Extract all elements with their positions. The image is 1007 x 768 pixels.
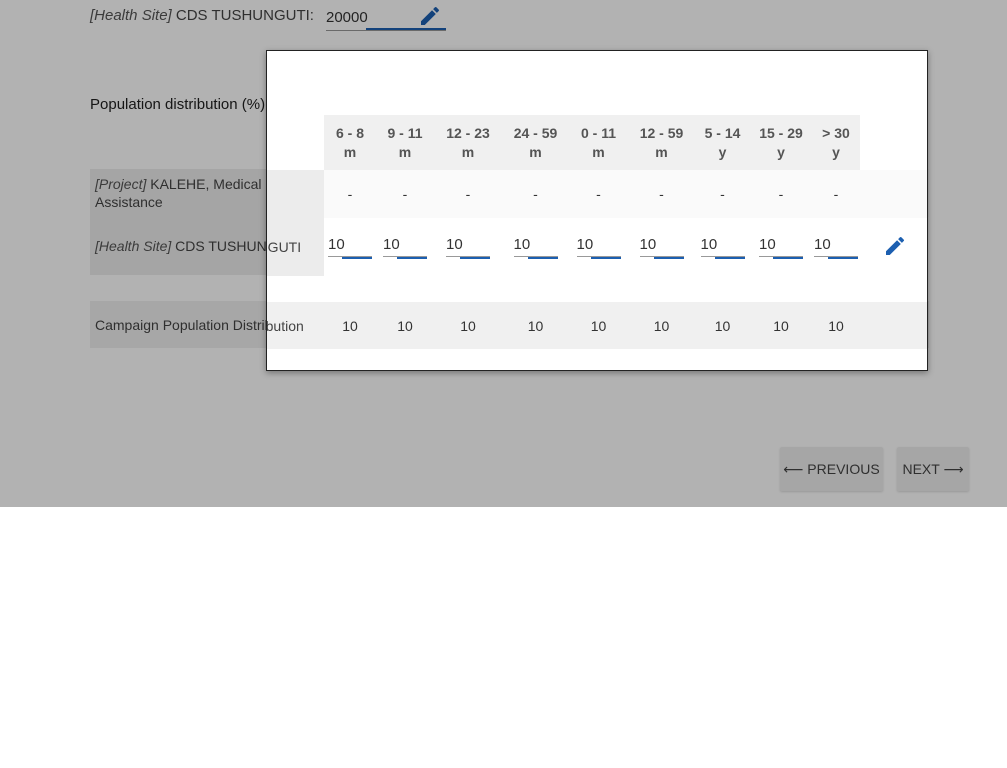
table-cell: 10 — [569, 302, 628, 349]
column-header: 6 - 8m — [324, 115, 376, 170]
percent-input[interactable] — [513, 232, 558, 257]
input-focus-underline — [714, 256, 745, 259]
column-header: > 30y — [812, 115, 860, 170]
header-actions — [860, 115, 927, 170]
table-cell — [324, 218, 376, 276]
table-cell — [695, 218, 750, 276]
table-cell: 10 — [376, 302, 434, 349]
percent-field — [700, 232, 745, 259]
column-header: 15 - 29y — [750, 115, 812, 170]
table-row-project: [Project] KALEHE, Medical Assistance - -… — [267, 170, 927, 218]
health-site-population-label: [Health Site] CDS TUSHUNGUTI: — [90, 7, 314, 24]
table-cell: - — [502, 170, 569, 218]
population-distribution-title: Population distribution (%) — [90, 96, 266, 113]
table-row-health-site: [Health Site] CDS TUSHUNGUTI — [267, 218, 927, 276]
table-header-row: 6 - 8m 9 - 11m 12 - 23m 24 - 59m 0 - 11m… — [267, 115, 927, 170]
pencil-icon — [421, 6, 440, 26]
column-header: 12 - 23m — [434, 115, 502, 170]
row-label: [Health Site] CDS TUSHUNGUTI — [267, 218, 324, 276]
table-cell: - — [750, 170, 812, 218]
header-corner — [267, 115, 324, 170]
table-cell: - — [628, 170, 695, 218]
health-site-name: CDS TUSHUNGUTI: — [175, 7, 314, 24]
table-cell — [434, 218, 502, 276]
table-cell: - — [376, 170, 434, 218]
percent-input[interactable] — [446, 232, 490, 257]
percent-input[interactable] — [383, 232, 427, 257]
table-cell: - — [434, 170, 502, 218]
input-focus-underline — [527, 256, 558, 259]
table-cell: 10 — [695, 302, 750, 349]
input-focus-underline — [460, 256, 490, 259]
row-label: [Project] KALEHE, Medical Assistance — [267, 170, 324, 218]
row-actions — [860, 170, 927, 218]
input-focus-underline — [828, 256, 858, 259]
table-cell — [812, 218, 860, 276]
table-cell: 10 — [434, 302, 502, 349]
table-cell — [569, 218, 628, 276]
percent-input[interactable] — [639, 232, 684, 257]
table-cell: - — [569, 170, 628, 218]
table-cell: 10 — [502, 302, 569, 349]
input-focus-underline — [590, 256, 621, 259]
row-label: Campaign Population Distribution — [267, 302, 324, 349]
table-cell: 10 — [750, 302, 812, 349]
percent-input[interactable] — [328, 232, 372, 257]
table-spacer-row — [267, 276, 927, 302]
table-cell: - — [324, 170, 376, 218]
next-button[interactable]: NEXT ⟶ — [897, 447, 969, 491]
table-cell — [502, 218, 569, 276]
population-distribution-table: 6 - 8m 9 - 11m 12 - 23m 24 - 59m 0 - 11m… — [267, 115, 927, 349]
table-cell — [376, 218, 434, 276]
spotlight-content: [Health Site] CDS TUSHUNGUTI: Population… — [267, 51, 927, 370]
health-site-tag: [Health Site] — [90, 7, 172, 24]
percent-field — [513, 232, 558, 259]
percent-field — [446, 232, 490, 259]
column-header: 9 - 11m — [376, 115, 434, 170]
percent-field — [814, 232, 858, 259]
table-cell: - — [695, 170, 750, 218]
percent-input[interactable] — [576, 232, 621, 257]
percent-input[interactable] — [759, 232, 803, 257]
column-header: 0 - 11m — [569, 115, 628, 170]
percent-field — [639, 232, 684, 259]
column-header: 5 - 14y — [695, 115, 750, 170]
table-cell: 10 — [812, 302, 860, 349]
percent-input[interactable] — [814, 232, 858, 257]
input-focus-underline — [397, 256, 427, 259]
percent-field — [759, 232, 803, 259]
table-cell: 10 — [628, 302, 695, 349]
pencil-icon — [886, 236, 905, 255]
percent-input[interactable] — [700, 232, 745, 257]
percent-field — [576, 232, 621, 259]
row-actions — [860, 302, 927, 349]
input-focus-underline — [653, 256, 684, 259]
row-actions — [860, 218, 927, 276]
table-cell — [628, 218, 695, 276]
previous-button[interactable]: ⟵ PREVIOUS — [780, 447, 883, 491]
campaign-wizard-page: [Health Site] CDS TUSHUNGUTI: Population… — [267, 51, 927, 370]
input-focus-underline — [773, 256, 803, 259]
table-cell — [750, 218, 812, 276]
input-focus-underline — [366, 28, 446, 30]
table-row-campaign: Campaign Population Distribution 10 10 1… — [267, 302, 927, 349]
edit-row-button[interactable] — [883, 234, 907, 258]
percent-field — [328, 232, 372, 259]
column-header: 12 - 59m — [628, 115, 695, 170]
table-cell: 10 — [324, 302, 376, 349]
table-cell: - — [812, 170, 860, 218]
input-focus-underline — [342, 256, 372, 259]
edit-population-button[interactable] — [418, 4, 442, 28]
percent-field — [383, 232, 427, 259]
spotlight-frame: [Health Site] CDS TUSHUNGUTI: Population… — [266, 50, 928, 371]
column-header: 24 - 59m — [502, 115, 569, 170]
